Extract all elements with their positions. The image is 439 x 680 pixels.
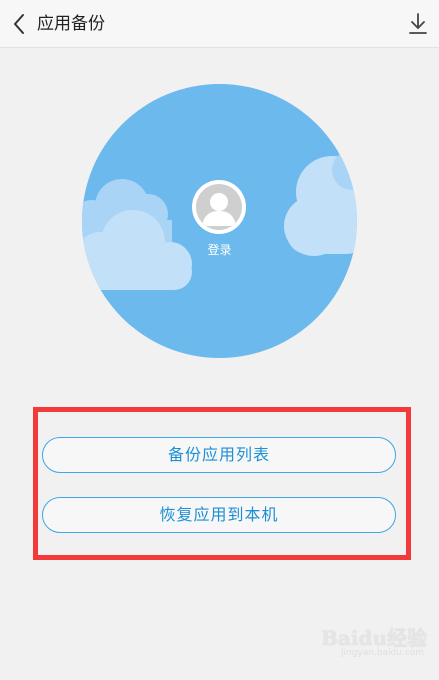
download-icon [409,13,427,34]
download-button[interactable] [407,11,429,37]
backup-app-list-button[interactable]: 备份应用列表 [42,437,396,473]
login-label[interactable]: 登录 [82,242,357,258]
back-button[interactable] [8,10,34,38]
app-backup-screen: 应用备份 登录 备份应用列表 恢复应用到本机 Baidu经验 jingyan.b… [0,0,439,680]
baidu-jingyan-watermark: Baidu经验 jingyan.baidu.com [321,618,427,664]
login-avatar-button[interactable] [192,180,246,234]
watermark-url: jingyan.baidu.com [341,648,425,658]
account-circle: 登录 [82,84,357,358]
title-bar: 应用备份 [0,0,439,48]
highlight-annotation-box [33,407,411,560]
restore-apps-button[interactable]: 恢复应用到本机 [42,497,396,533]
watermark-brand: Baidu经验 [321,626,427,650]
page-title: 应用备份 [37,14,105,34]
chevron-left-icon [14,14,24,34]
user-avatar-icon [196,184,242,230]
